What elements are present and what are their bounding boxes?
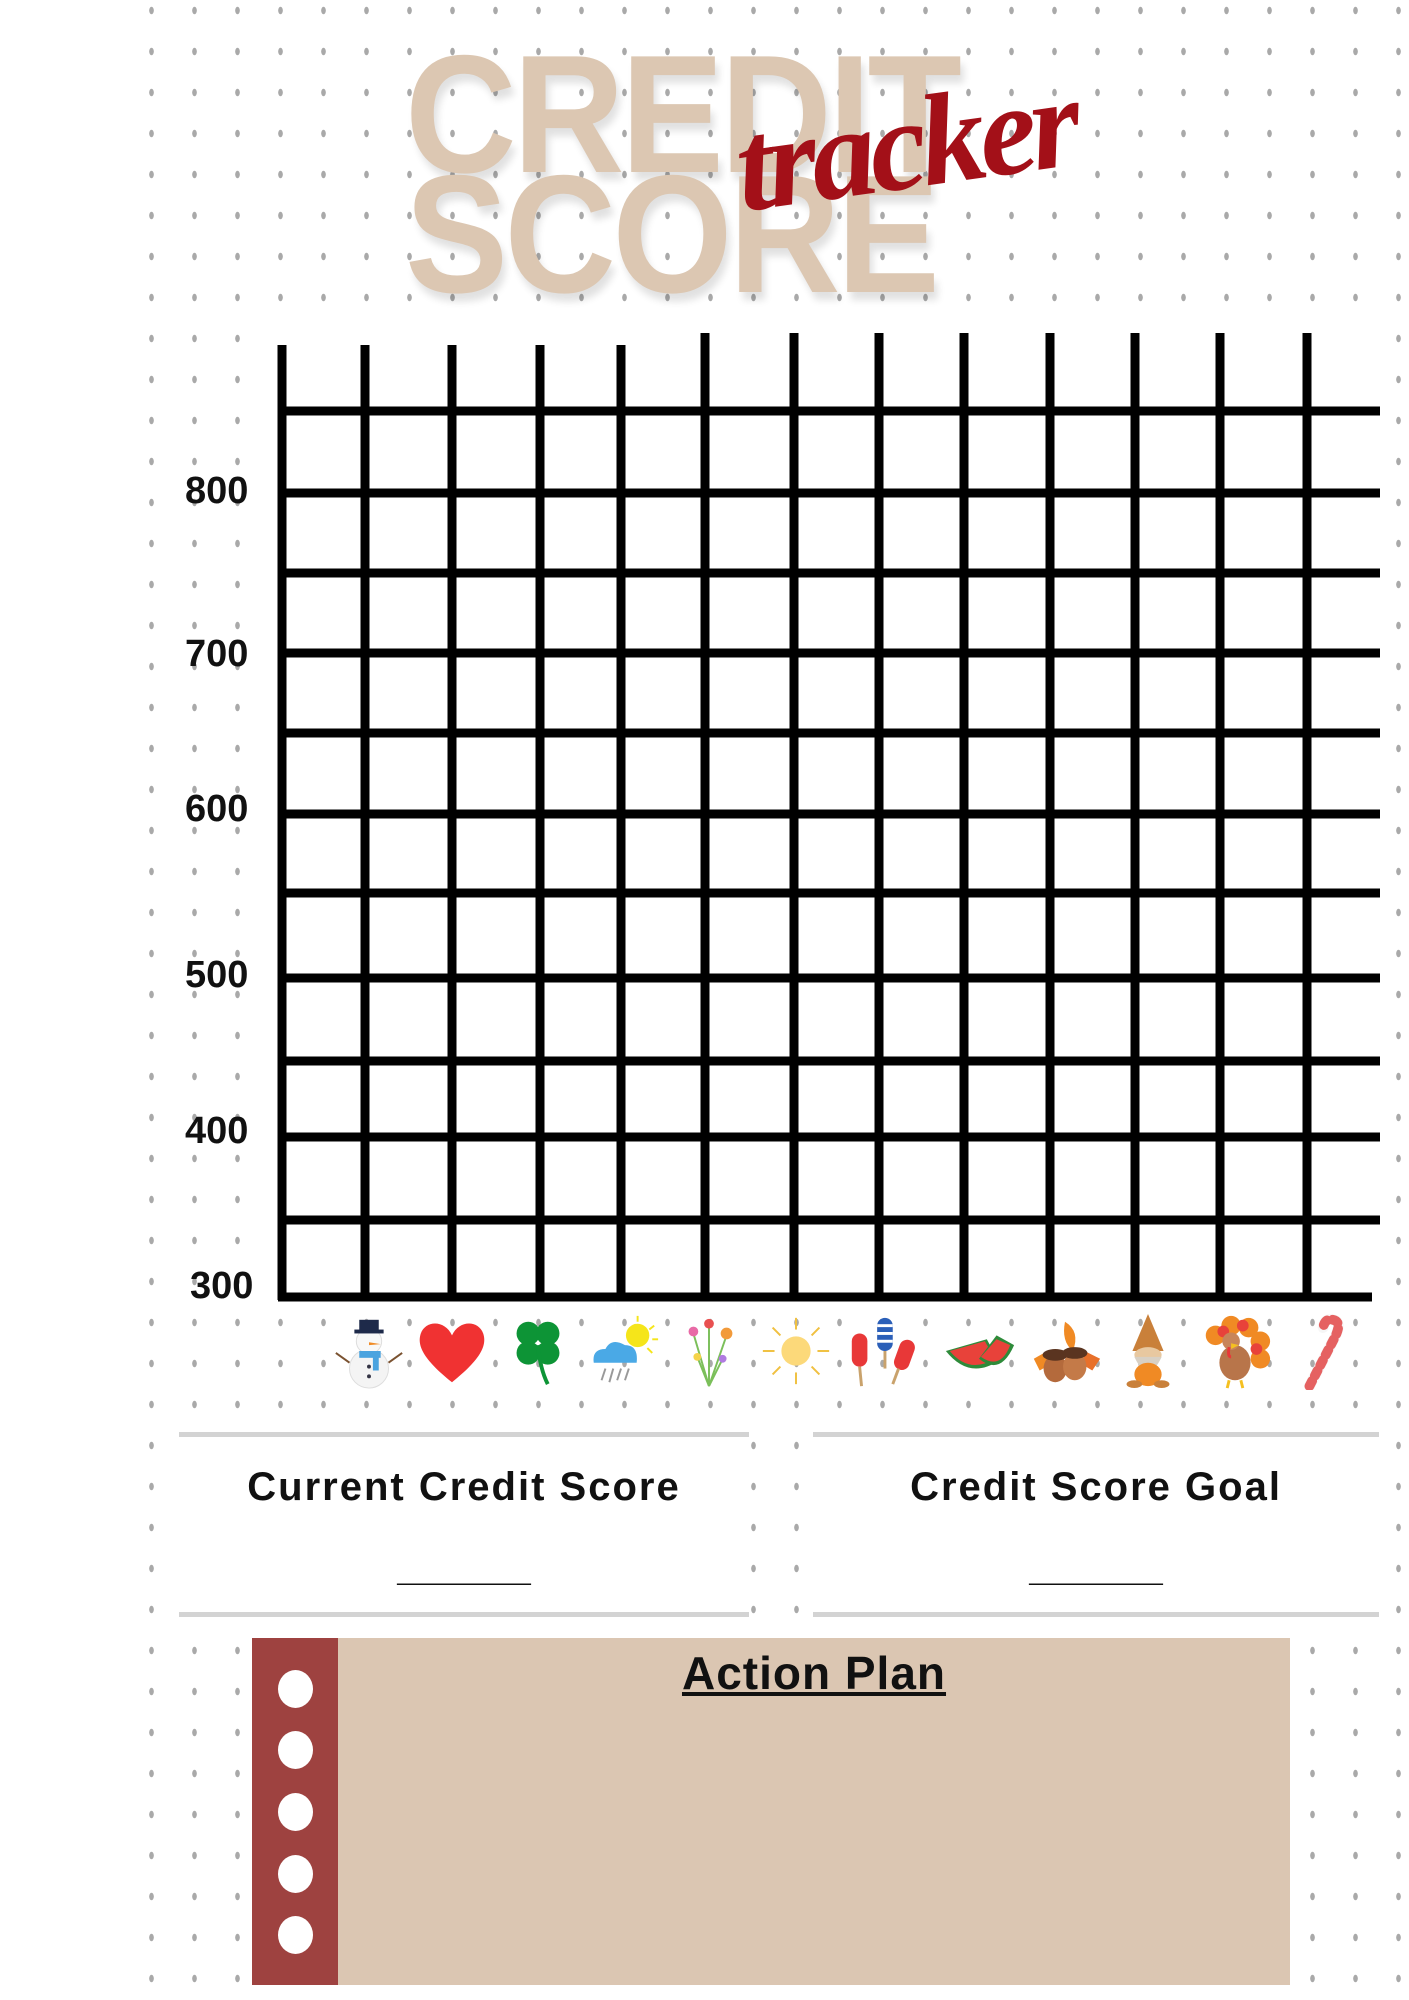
credit-score-goal-value[interactable]: ______ (813, 1545, 1379, 1590)
y-tick-label: 800 (185, 470, 249, 512)
binder-hole (278, 1670, 313, 1708)
credit-score-goal-label: Credit Score Goal (910, 1465, 1282, 1509)
action-plan-title: Action Plan (681, 1647, 947, 1699)
turkey-icon (1205, 1315, 1271, 1389)
y-tick-label: 700 (185, 633, 249, 675)
current-credit-score-label: Current Credit Score (247, 1465, 681, 1509)
heart-icon (419, 1323, 485, 1383)
snowman-icon (335, 1319, 403, 1389)
sun-icon (762, 1317, 830, 1385)
sun-cloud-rain-icon (593, 1315, 659, 1383)
y-tick-label: 500 (185, 954, 249, 996)
current-credit-score-value[interactable]: ______ (179, 1545, 749, 1590)
y-tick-label: 400 (185, 1110, 249, 1152)
watermelon-icon (945, 1335, 1015, 1369)
binder-hole (278, 1855, 313, 1893)
y-tick-label: 600 (185, 788, 249, 830)
credit-score-goal-box: Credit Score Goal ______ (813, 1432, 1379, 1617)
current-credit-score-box: Current Credit Score ______ (179, 1432, 749, 1617)
flowers-icon (688, 1318, 733, 1387)
binder-strip (252, 1638, 338, 1985)
popsicles-icon (851, 1317, 915, 1387)
clover-icon (516, 1321, 560, 1386)
binder-hole (278, 1731, 313, 1769)
y-tick-label: 300 (190, 1265, 254, 1307)
binder-hole (278, 1916, 313, 1954)
acorns-leaves-icon (1033, 1321, 1101, 1383)
action-plan-panel[interactable]: Action Plan (252, 1638, 1290, 1985)
gnome-pumpkin-icon (1126, 1313, 1170, 1389)
candy-cane-icon (1304, 1314, 1344, 1390)
binder-hole (278, 1793, 313, 1831)
